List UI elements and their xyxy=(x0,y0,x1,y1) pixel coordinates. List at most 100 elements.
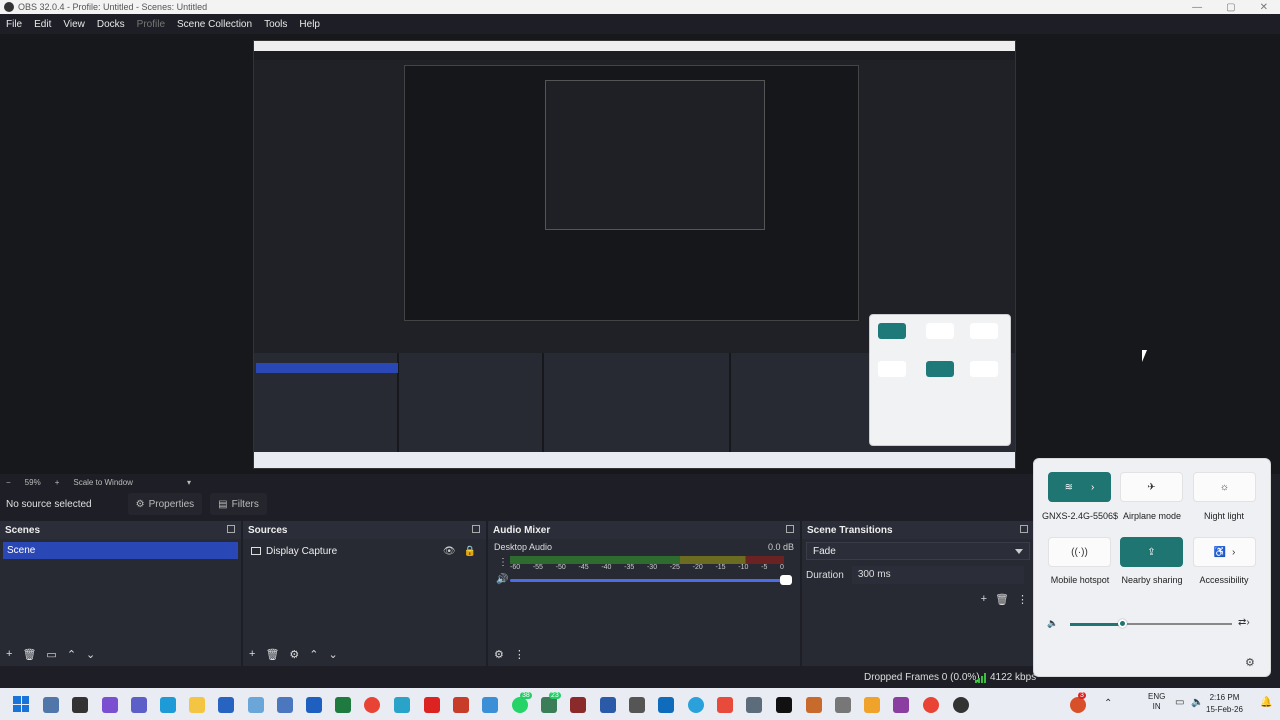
edge-icon[interactable] xyxy=(160,697,176,713)
source-item[interactable]: Display Capture 👁 🔒 xyxy=(243,542,486,560)
remove-scene-icon[interactable]: 🗑 xyxy=(22,648,36,661)
cloud-icon[interactable] xyxy=(864,697,880,713)
lock-icon[interactable]: 🔒 xyxy=(464,546,476,557)
chevron-right-icon[interactable]: › xyxy=(1091,482,1094,493)
menu-docks[interactable]: Docks xyxy=(97,19,125,30)
scale-mode-select[interactable]: Scale to Window xyxy=(73,478,133,487)
calculator-icon[interactable] xyxy=(277,697,293,713)
properties-button[interactable]: ⚙ Properties xyxy=(127,493,203,515)
qs-volume-handle[interactable] xyxy=(1117,619,1127,628)
teams-icon[interactable] xyxy=(131,697,147,713)
volume-slider[interactable] xyxy=(510,579,784,582)
chrome-icon[interactable] xyxy=(923,697,939,713)
undock-icon[interactable] xyxy=(1020,525,1028,533)
mixer-menu-icon[interactable]: ⋮ xyxy=(514,648,525,661)
chrome-icon[interactable] xyxy=(364,697,380,713)
visibility-eye-icon[interactable]: 👁 xyxy=(443,546,456,557)
volume-slider-handle[interactable] xyxy=(780,575,792,585)
excel-icon[interactable] xyxy=(335,697,351,713)
undock-icon[interactable] xyxy=(786,525,794,533)
move-down-icon[interactable]: ⌄ xyxy=(329,648,338,661)
chevron-up-icon[interactable]: ⌃ xyxy=(1104,698,1112,709)
speaker-icon[interactable]: 🔊 xyxy=(496,574,508,585)
file-explorer-icon[interactable] xyxy=(189,697,205,713)
calendar-icon[interactable] xyxy=(629,697,645,713)
menu-file[interactable]: File xyxy=(6,19,22,30)
meter-tick-label: -20 xyxy=(692,564,703,571)
word-icon[interactable] xyxy=(306,697,322,713)
copilot-icon[interactable] xyxy=(102,697,118,713)
move-up-icon[interactable]: ⌃ xyxy=(309,648,318,661)
store-icon[interactable] xyxy=(218,697,234,713)
pdf-icon[interactable] xyxy=(453,697,469,713)
source-properties-icon[interactable]: ⚙ xyxy=(289,648,299,661)
undock-icon[interactable] xyxy=(227,525,235,533)
scene-item[interactable]: Scene xyxy=(3,542,238,559)
zoom-in-button[interactable]: + xyxy=(55,478,60,487)
transition-menu-icon[interactable]: ⋮ xyxy=(1017,593,1028,606)
menu-tools[interactable]: Tools xyxy=(264,19,287,30)
app-icon[interactable] xyxy=(570,697,586,713)
paint-icon[interactable] xyxy=(806,697,822,713)
move-up-icon[interactable]: ⌃ xyxy=(67,648,76,661)
search-icon[interactable] xyxy=(43,697,59,713)
remove-source-icon[interactable]: 🗑 xyxy=(265,648,279,661)
start-windows-icon[interactable] xyxy=(13,696,29,712)
nearby-sharing-tile[interactable]: ⇪ xyxy=(1120,537,1183,567)
audio-output-icon[interactable]: ⇄› xyxy=(1238,617,1250,628)
app-icon[interactable] xyxy=(717,697,733,713)
stocks-icon[interactable] xyxy=(776,697,792,713)
menu-help[interactable]: Help xyxy=(299,19,320,30)
menu-edit[interactable]: Edit xyxy=(34,19,51,30)
close-icon[interactable]: ✕ xyxy=(1260,2,1268,13)
add-transition-icon[interactable]: + xyxy=(981,593,987,606)
settings-icon[interactable] xyxy=(746,697,762,713)
brave-icon[interactable] xyxy=(1070,697,1086,713)
menu-scene-collection[interactable]: Scene Collection xyxy=(177,19,252,30)
outlook-icon[interactable] xyxy=(658,697,674,713)
app-icon[interactable] xyxy=(835,697,851,713)
language-indicator[interactable]: ENG IN xyxy=(1148,692,1165,712)
task-view-icon[interactable] xyxy=(72,697,88,713)
chevron-right-icon[interactable]: › xyxy=(1232,547,1235,558)
wifi-tile[interactable]: ≋ › xyxy=(1048,472,1111,502)
app-icon[interactable] xyxy=(482,697,498,713)
night-light-tile[interactable]: ☼ xyxy=(1193,472,1256,502)
whatsapp-icon[interactable] xyxy=(512,697,528,713)
transition-select[interactable]: Fade xyxy=(806,542,1030,560)
duration-input[interactable]: 300 ms xyxy=(851,566,1024,584)
menu-profile[interactable]: Profile xyxy=(137,19,165,30)
notification-bell-icon[interactable]: 🔔 xyxy=(1260,697,1272,708)
undock-icon[interactable] xyxy=(472,525,480,533)
zoom-out-button[interactable]: − xyxy=(6,478,11,487)
obs-icon[interactable] xyxy=(953,697,969,713)
qs-speaker-icon[interactable]: 🔈 xyxy=(1047,618,1058,629)
maximize-icon[interactable]: ▢ xyxy=(1226,2,1235,13)
video-app-icon[interactable] xyxy=(600,697,616,713)
notes-icon[interactable] xyxy=(394,697,410,713)
telegram-icon[interactable] xyxy=(688,697,704,713)
remove-transition-icon[interactable]: 🗑 xyxy=(995,593,1009,606)
language-bottom: IN xyxy=(1152,702,1161,711)
network-icon[interactable]: ▭ xyxy=(1175,697,1184,708)
mobile-hotspot-tile[interactable]: ((·)) xyxy=(1048,537,1111,567)
acrobat-icon[interactable] xyxy=(424,697,440,713)
chat-icon[interactable] xyxy=(541,697,557,713)
move-down-icon[interactable]: ⌄ xyxy=(86,648,95,661)
accessibility-tile[interactable]: ♿ › xyxy=(1193,537,1256,567)
snipping-tool-icon[interactable] xyxy=(248,697,264,713)
settings-gear-icon[interactable]: ⚙ xyxy=(1245,656,1255,669)
minimize-icon[interactable]: — xyxy=(1192,2,1202,13)
airplane-mode-tile[interactable]: ✈ xyxy=(1120,472,1183,502)
advanced-audio-icon[interactable]: ⚙ xyxy=(494,648,504,661)
chevron-down-icon[interactable]: ▾ xyxy=(187,478,191,487)
channel-menu-icon[interactable]: ⋮ xyxy=(498,557,508,568)
add-source-icon[interactable]: + xyxy=(249,648,255,660)
menu-view[interactable]: View xyxy=(63,19,85,30)
system-clock[interactable]: 2:16 PM 15-Feb-26 xyxy=(1206,692,1243,716)
filters-button[interactable]: ▤ Filters xyxy=(210,493,267,515)
volume-icon[interactable]: 🔈 xyxy=(1191,697,1203,708)
onenote-icon[interactable] xyxy=(893,697,909,713)
add-scene-icon[interactable]: + xyxy=(6,648,12,660)
scene-filters-icon[interactable]: ▭ xyxy=(46,648,56,661)
